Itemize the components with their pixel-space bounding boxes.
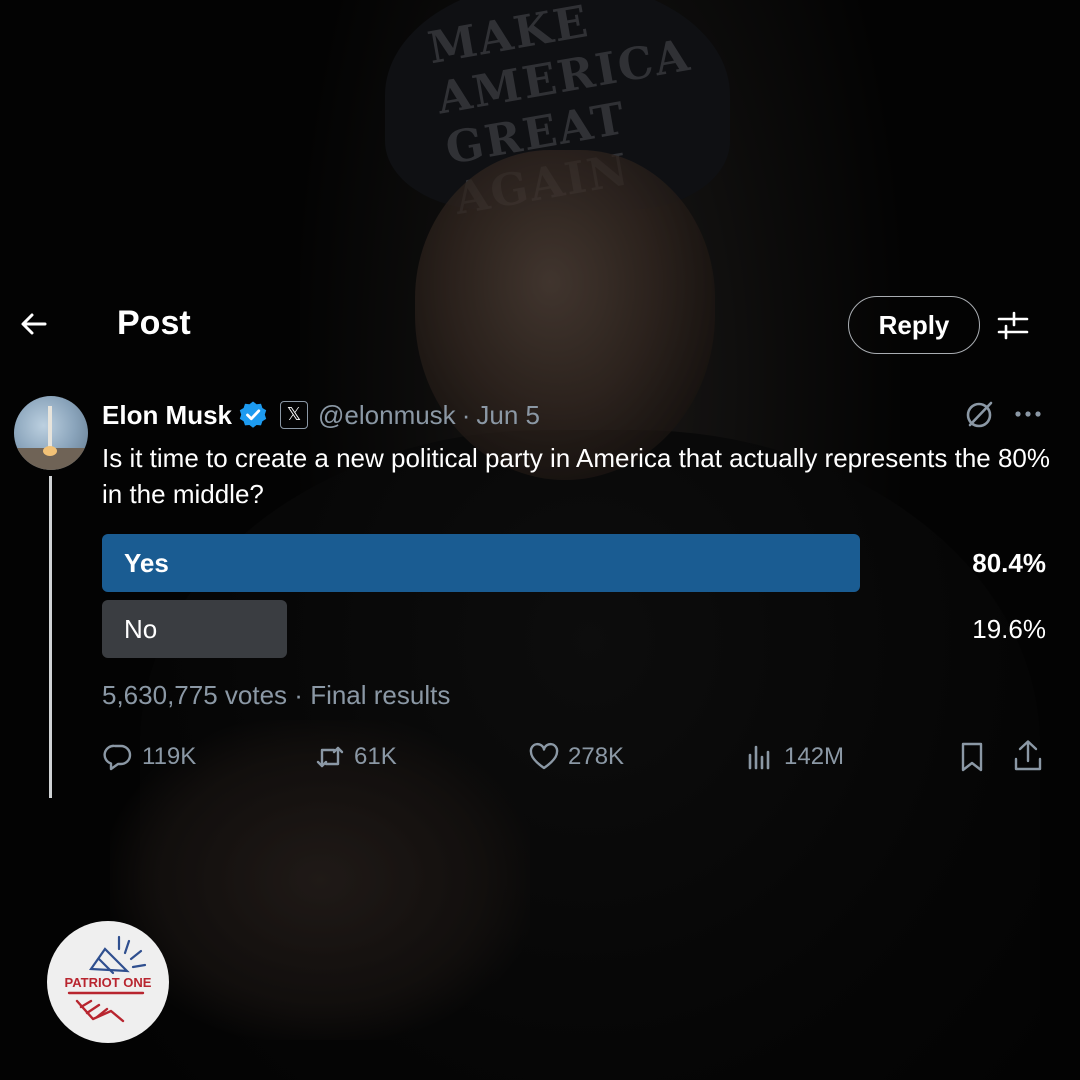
views-icon (748, 745, 770, 770)
affiliation-badge[interactable]: 𝕏 (280, 401, 309, 429)
reply-icon (103, 744, 132, 771)
post-text: Is it time to create a new political par… (102, 443, 1051, 509)
reply-button[interactable]: Reply (848, 296, 980, 354)
logo-text: PATRIOT ONE (65, 975, 152, 990)
like-action[interactable]: 278K (528, 738, 624, 776)
poll-vote-count: 5,630,775 votes (102, 680, 288, 710)
repost-count: 61K (354, 743, 397, 770)
poll-status: Final results (310, 680, 451, 710)
reply-action[interactable]: 119K (102, 738, 196, 776)
poll-option-label: Yes (124, 548, 169, 578)
post-date[interactable]: Jun 5 (476, 400, 540, 431)
repost-icon (316, 746, 344, 768)
repost-action[interactable]: 61K (314, 738, 397, 776)
author-avatar[interactable] (14, 396, 88, 470)
like-count: 278K (568, 743, 625, 770)
like-icon (529, 742, 559, 770)
page-title: Post (117, 304, 191, 342)
grok-icon[interactable] (964, 398, 996, 430)
poll-option-yes: Yes 80.4% (102, 534, 1046, 592)
post-header: Post Reply (0, 290, 1080, 362)
poll-bar (102, 534, 860, 592)
thread-line (49, 476, 52, 798)
back-arrow-icon[interactable] (18, 308, 50, 340)
share-icon[interactable] (1012, 738, 1044, 774)
separator-dot: · (461, 399, 471, 430)
views-action[interactable]: 142M (744, 738, 844, 776)
poll-meta: 5,630,775 votes · Final results (102, 680, 450, 711)
verified-icon (239, 401, 267, 428)
views-count: 142M (784, 743, 845, 770)
megaphone-logo-icon: PATRIOT ONE (65, 935, 152, 1023)
poll-option-no: No 19.6% (102, 600, 1046, 658)
patriot-one-logo: PATRIOT ONE (47, 921, 169, 1043)
reply-count: 119K (142, 743, 197, 770)
separator-dot: · (294, 680, 303, 710)
bookmark-icon[interactable] (956, 740, 988, 774)
post-author-row: Elon Musk 𝕏 @elonmusk · Jun 5 (102, 398, 540, 432)
poll-option-percent: 80.4% (972, 548, 1046, 578)
more-icon[interactable] (1012, 400, 1044, 428)
author-handle[interactable]: @elonmusk (318, 400, 456, 431)
author-name[interactable]: Elon Musk (102, 400, 232, 431)
poll-option-label: No (124, 614, 158, 644)
poll-option-percent: 19.6% (972, 614, 1046, 644)
settings-sliders-icon[interactable] (996, 308, 1030, 342)
